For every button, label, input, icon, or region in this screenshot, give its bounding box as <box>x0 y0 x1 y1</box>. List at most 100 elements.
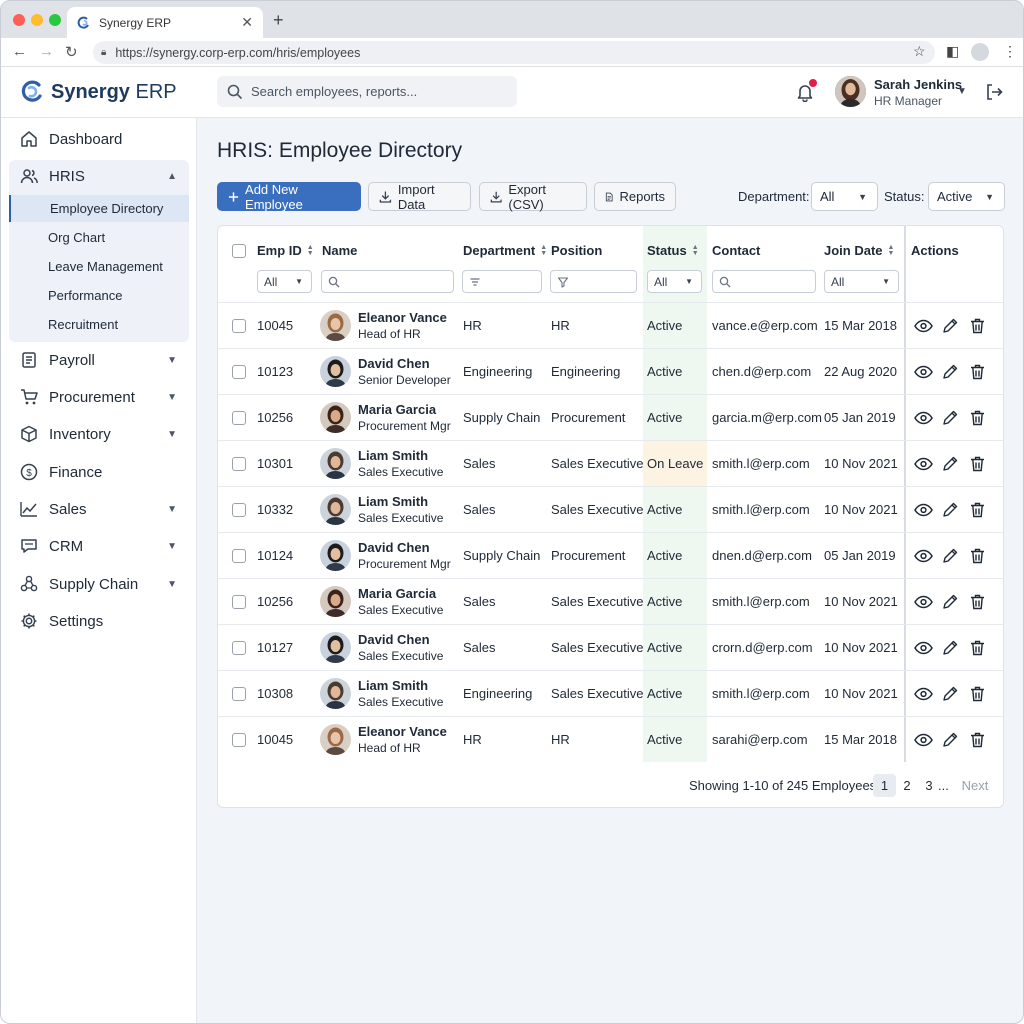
column-header-emp-id[interactable]: Emp ID ▲ ▼ <box>257 243 314 258</box>
add-employee-button[interactable]: Add New Employee <box>217 182 361 212</box>
sidebar-item-payroll[interactable]: Payroll ▼ <box>9 344 189 376</box>
sidebar-subitem-performance[interactable]: Performance <box>9 282 189 309</box>
sort-icon[interactable]: ▲ ▼ <box>692 244 699 257</box>
sidebar-item-settings[interactable]: Settings <box>9 605 189 637</box>
page-1-button[interactable]: 1 <box>873 774 896 797</box>
sidebar-subitem-recruitment[interactable]: Recruitment <box>9 311 189 338</box>
employee-name[interactable]: Liam Smith <box>358 448 428 463</box>
next-page-button[interactable]: Next <box>958 774 992 797</box>
address-bar[interactable]: 🔒︎ https://synergy.corp-erp.com/hris/emp… <box>93 41 935 64</box>
department-column-filter[interactable] <box>462 270 542 293</box>
edit-icon[interactable] <box>942 502 958 518</box>
department-filter-select[interactable]: All ▼ <box>811 182 878 211</box>
delete-icon[interactable] <box>970 502 985 518</box>
delete-icon[interactable] <box>970 548 985 564</box>
table-row[interactable]: 10124 David Chen Procurement Mgr Supply Cha… <box>218 532 1003 578</box>
sidebar-item-dashboard[interactable]: Dashboard <box>9 123 189 155</box>
view-icon[interactable] <box>914 456 933 472</box>
employee-name[interactable]: Eleanor Vance <box>358 724 447 739</box>
row-checkbox[interactable] <box>232 503 246 517</box>
emp-id-filter[interactable]: All ▼ <box>257 270 312 293</box>
browser-tab[interactable]: Synergy ERP ✕ <box>67 7 263 38</box>
edit-icon[interactable] <box>942 548 958 564</box>
column-header-department[interactable]: Department ▲ ▼ <box>463 243 547 258</box>
row-checkbox[interactable] <box>232 365 246 379</box>
column-header-contact[interactable]: Contact <box>712 243 760 258</box>
table-row[interactable]: 10256 Maria Garcia Sales Executive Sales Sal… <box>218 578 1003 624</box>
employee-name[interactable]: Liam Smith <box>358 678 428 693</box>
edit-icon[interactable] <box>942 686 958 702</box>
delete-icon[interactable] <box>970 410 985 426</box>
tab-close-icon[interactable]: ✕ <box>241 14 253 31</box>
delete-icon[interactable] <box>970 456 985 472</box>
table-row[interactable]: 10045 Eleanor Vance Head of HR HR HR Active va… <box>218 302 1003 348</box>
sidebar-subitem-org-chart[interactable]: Org Chart <box>9 224 189 251</box>
view-icon[interactable] <box>914 686 933 702</box>
view-icon[interactable] <box>914 318 933 334</box>
profile-icon[interactable] <box>971 43 989 61</box>
sidebar-item-crm[interactable]: CRM ▼ <box>9 530 189 562</box>
employee-name[interactable]: Maria Garcia <box>358 586 436 601</box>
sidepanel-icon[interactable]: ◧ <box>946 43 959 60</box>
sidebar-item-sales[interactable]: Sales ▼ <box>9 493 189 525</box>
logout-icon[interactable] <box>985 83 1003 101</box>
status-column-filter[interactable]: All ▼ <box>647 270 702 293</box>
sidebar-subitem-employee-directory[interactable]: Employee Directory <box>9 195 189 222</box>
edit-icon[interactable] <box>942 318 958 334</box>
minimize-window-button[interactable] <box>31 14 43 26</box>
import-data-button[interactable]: Import Data <box>368 182 471 212</box>
browser-menu-icon[interactable]: ⋮ <box>1003 43 1017 60</box>
employee-name[interactable]: David Chen <box>358 632 430 647</box>
row-checkbox[interactable] <box>232 457 246 471</box>
sidebar-item-hris[interactable]: HRIS ▲ <box>9 160 189 192</box>
edit-icon[interactable] <box>942 732 958 748</box>
employee-name[interactable]: Eleanor Vance <box>358 310 447 325</box>
row-checkbox[interactable] <box>232 411 246 425</box>
table-row[interactable]: 10045 Eleanor Vance Head of HR HR HR Active sa… <box>218 716 1003 762</box>
table-row[interactable]: 10308 Liam Smith Sales Executive Engineerin… <box>218 670 1003 716</box>
delete-icon[interactable] <box>970 640 985 656</box>
row-checkbox[interactable] <box>232 319 246 333</box>
employee-name[interactable]: David Chen <box>358 540 430 555</box>
forward-icon[interactable]: → <box>39 43 54 60</box>
column-header-position[interactable]: Position <box>551 243 602 258</box>
employee-name[interactable]: David Chen <box>358 356 430 371</box>
table-row[interactable]: 10127 David Chen Sales Executive Sales Sales… <box>218 624 1003 670</box>
user-name[interactable]: Sarah Jenkins <box>874 77 962 92</box>
view-icon[interactable] <box>914 640 933 656</box>
delete-icon[interactable] <box>970 732 985 748</box>
contact-filter-input[interactable] <box>712 270 816 293</box>
page-2-button[interactable]: 2 <box>897 774 917 797</box>
name-filter-input[interactable] <box>321 270 454 293</box>
delete-icon[interactable] <box>970 594 985 610</box>
status-filter-select[interactable]: Active ▼ <box>928 182 1005 211</box>
new-tab-icon[interactable]: + <box>273 10 284 31</box>
view-icon[interactable] <box>914 502 933 518</box>
position-column-filter[interactable] <box>550 270 637 293</box>
table-row[interactable]: 10332 Liam Smith Sales Executive Sales Sales… <box>218 486 1003 532</box>
select-all-checkbox[interactable] <box>232 244 246 258</box>
edit-icon[interactable] <box>942 364 958 380</box>
edit-icon[interactable] <box>942 410 958 426</box>
export-csv-button[interactable]: Export (CSV) <box>479 182 587 212</box>
row-checkbox[interactable] <box>232 641 246 655</box>
reports-button[interactable]: Reports <box>594 182 676 211</box>
table-row[interactable]: 10301 Liam Smith Sales Executive Sales Sales… <box>218 440 1003 487</box>
view-icon[interactable] <box>914 364 933 380</box>
edit-icon[interactable] <box>942 594 958 610</box>
row-checkbox[interactable] <box>232 687 246 701</box>
delete-icon[interactable] <box>970 686 985 702</box>
row-checkbox[interactable] <box>232 549 246 563</box>
user-menu-chevron-icon[interactable]: ▼ <box>957 86 967 97</box>
delete-icon[interactable] <box>970 364 985 380</box>
table-row[interactable]: 10123 David Chen Senior Developer Engineeri… <box>218 348 1003 394</box>
back-icon[interactable]: ← <box>12 43 27 60</box>
sidebar-item-finance[interactable]: $ Finance <box>9 456 189 488</box>
global-search-input[interactable]: Search employees, reports... <box>217 76 517 107</box>
edit-icon[interactable] <box>942 640 958 656</box>
sort-icon[interactable]: ▲ ▼ <box>307 244 314 257</box>
row-checkbox[interactable] <box>232 595 246 609</box>
employee-name[interactable]: Liam Smith <box>358 494 428 509</box>
edit-icon[interactable] <box>942 456 958 472</box>
brand-logo[interactable]: Synergy ERP <box>19 79 177 105</box>
